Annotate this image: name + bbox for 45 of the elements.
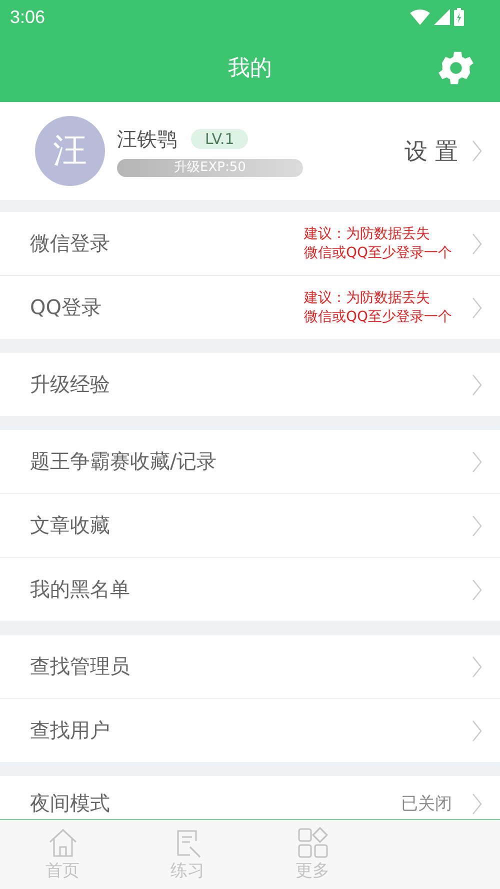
menu-label: 微信登录 — [30, 230, 111, 257]
menu-label: 查找用户 — [30, 717, 111, 744]
chevron-icon — [472, 578, 482, 600]
chevron-icon — [472, 374, 482, 396]
user-name: 汪铁鹗 — [117, 126, 177, 152]
signal-icon — [434, 9, 450, 25]
setting-value: 已关闭 — [401, 793, 452, 815]
menu-label: 题王争霸赛收藏/记录 — [30, 448, 218, 475]
menu-item[interactable]: 题王争霸赛收藏/记录 — [0, 430, 500, 494]
menu-item[interactable]: QQ登录 建议：为防数据丢失 微信或QQ至少登录一个 — [0, 276, 500, 339]
login-hint: 微信或QQ至少登录一个 — [304, 308, 452, 326]
house-icon — [46, 827, 78, 859]
chevron-icon — [472, 140, 482, 162]
menu-item[interactable]: 文章收藏 — [0, 494, 500, 558]
status-time: 3:06 — [10, 6, 46, 28]
avatar: 汪 — [35, 116, 105, 186]
chevron-icon — [472, 296, 482, 318]
chevron-icon — [472, 720, 482, 742]
chevron-icon — [472, 450, 482, 472]
chevron-icon — [472, 656, 482, 678]
login-hint: 微信或QQ至少登录一个 — [304, 244, 452, 262]
menu-label: 我的黑名单 — [30, 576, 131, 603]
menu-label: QQ登录 — [30, 294, 102, 321]
settings-link[interactable]: 设 置 — [404, 136, 458, 166]
grid-icon — [296, 827, 328, 859]
menu-item[interactable]: 微信登录 建议：为防数据丢失 微信或QQ至少登录一个 — [0, 212, 500, 276]
login-hint: 建议：为防数据丢失 — [304, 224, 430, 244]
menu-label: 升级经验 — [30, 371, 111, 398]
chevron-icon — [472, 232, 482, 254]
menu-label: 夜间模式 — [30, 790, 111, 817]
exp-bar: 升级EXP:50 — [117, 158, 303, 176]
chevron-icon — [472, 792, 482, 814]
menu-item[interactable]: 夜间模式 已关闭 — [0, 776, 500, 819]
page-title: 我的 — [228, 55, 272, 83]
level-badge: LV.1 — [191, 129, 248, 149]
menu-item[interactable]: 查找管理员 — [0, 635, 500, 699]
login-hint: 建议：为防数据丢失 — [304, 288, 430, 308]
menu-label: 文章收藏 — [30, 512, 111, 539]
menu-label: 查找管理员 — [30, 653, 131, 680]
menu-item[interactable]: 升级经验 — [0, 353, 500, 416]
chevron-icon — [472, 514, 482, 536]
menu-item[interactable]: 查找用户 — [0, 699, 500, 762]
wifi-icon — [410, 9, 430, 25]
battery-icon — [454, 8, 464, 26]
menu-item[interactable]: 我的黑名单 — [0, 558, 500, 621]
